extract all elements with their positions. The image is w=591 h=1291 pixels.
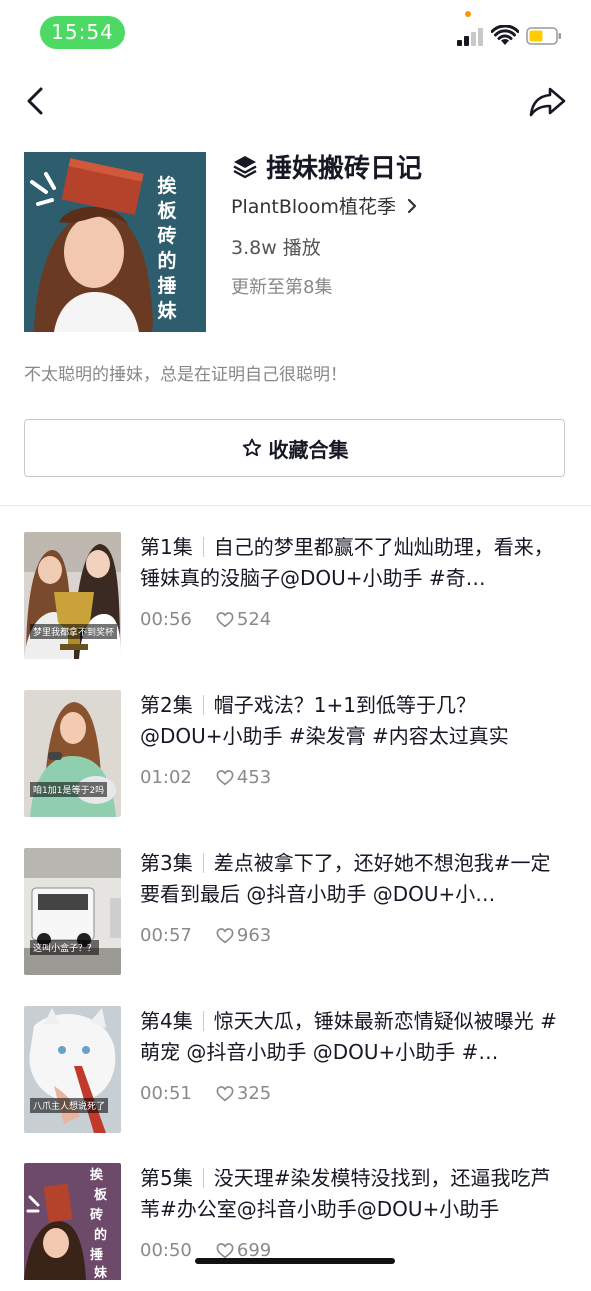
svg-text:捶: 捶 xyxy=(90,1247,103,1263)
share-icon[interactable] xyxy=(528,84,568,118)
episode-thumbnail: 梦里我都拿不到奖杯 xyxy=(24,532,121,659)
favorite-collection-button[interactable]: 收藏合集 xyxy=(24,419,565,477)
collection-description: 不太聪明的捶妹，总是在证明自己很聪明！ xyxy=(24,365,347,385)
episode-title: 帽子戏法？1+1到低等于几？@DOU+小助手 #染发膏 #内容太过真实 xyxy=(140,693,509,748)
heart-icon xyxy=(216,611,234,627)
author-link[interactable]: PlantBloom植花季 xyxy=(231,192,418,219)
episode-item-1[interactable]: 梦里我都拿不到奖杯 第1集 自己的梦里都赢不了灿灿助理，看来，锤妹真的没脑子@DO… xyxy=(0,532,591,660)
episode-duration: 01:02 xyxy=(140,767,192,788)
signal-icon xyxy=(457,28,487,46)
svg-text:挨: 挨 xyxy=(90,1167,104,1183)
back-icon[interactable] xyxy=(20,84,54,118)
episode-likes: 524 xyxy=(236,609,272,630)
svg-text:板: 板 xyxy=(94,1187,108,1203)
heart-icon xyxy=(216,927,234,943)
episode-number: 第3集 xyxy=(140,851,193,875)
collection-title: 捶妹搬砖日记 xyxy=(266,153,423,184)
author-name: PlantBloom植花季 xyxy=(231,196,396,218)
thumbnail-caption: 咱1加1是等于2吗 xyxy=(30,782,108,797)
thumbnail-caption: 八爪主人想说死了 xyxy=(30,1098,109,1113)
cover-text-char: 挨 xyxy=(157,175,177,197)
thumbnail-caption: 梦里我都拿不到奖杯 xyxy=(30,624,118,639)
status-bar: 15:54 xyxy=(0,0,591,62)
episode-item-3[interactable]: 这叫小盒子？？ 第3集 差点被拿下了，还好她不想泡我#一定要看到最后 @抖音小助手… xyxy=(0,848,591,976)
update-status: 更新至第8集 xyxy=(231,277,333,298)
star-icon xyxy=(242,438,261,457)
episode-title: 差点被拿下了，还好她不想泡我#一定要看到最后 @抖音小助手 @DOU+小… xyxy=(140,851,551,906)
episode-thumbnail: 咱1加1是等于2吗 xyxy=(24,690,121,817)
cover-text-char: 的 xyxy=(157,250,177,272)
episode-number: 第1集 xyxy=(140,535,193,559)
collection-title-row: 捶妹搬砖日记 xyxy=(232,148,422,184)
episode-number: 第5集 xyxy=(140,1166,193,1190)
battery-icon xyxy=(526,27,561,45)
episode-thumbnail: 挨 板 砖 的 捶 妹 xyxy=(24,1163,121,1290)
wifi-icon xyxy=(491,25,519,45)
cover-text-char: 板 xyxy=(157,200,177,222)
chevron-right-icon xyxy=(407,198,417,213)
svg-text:妹: 妹 xyxy=(93,1265,108,1280)
privacy-indicator xyxy=(465,11,471,17)
episode-thumbnail: 这叫小盒子？？ xyxy=(24,848,121,975)
favorite-label: 收藏合集 xyxy=(268,437,349,462)
episode-duration: 00:56 xyxy=(140,609,192,630)
heart-icon xyxy=(216,769,234,785)
cover-text-char: 妹 xyxy=(157,300,177,322)
episode-item-5[interactable]: 挨 板 砖 的 捶 妹 第5集 没天理#染发模特没找到，还逼我吃芦苇#办公室@抖音… xyxy=(0,1163,591,1291)
svg-text:的: 的 xyxy=(94,1227,107,1243)
cover-text-char: 砖 xyxy=(157,225,177,247)
layers-icon xyxy=(233,156,257,179)
play-count: 3.8w 播放 xyxy=(231,237,321,259)
episode-item-4[interactable]: 八爪主人想说死了 第4集 惊天大瓜，锤妹最新恋情疑似被曝光 #萌宠 @抖音小助手 … xyxy=(0,1006,591,1134)
heart-icon xyxy=(216,1085,234,1101)
episode-likes: 453 xyxy=(236,767,272,788)
episode-duration: 00:50 xyxy=(140,1240,192,1261)
episode-thumbnail: 八爪主人想说死了 xyxy=(24,1006,121,1133)
collection-cover[interactable]: 挨 板 砖 的 捶 妹 xyxy=(24,152,206,332)
divider xyxy=(0,505,591,506)
episode-likes: 325 xyxy=(236,1083,272,1104)
episode-number: 第4集 xyxy=(140,1009,193,1033)
thumbnail-caption: 这叫小盒子？？ xyxy=(30,940,100,955)
svg-text:砖: 砖 xyxy=(90,1207,103,1223)
episode-title: 没天理#染发模特没找到，还逼我吃芦苇#办公室@抖音小助手@DOU+小助手 xyxy=(140,1166,551,1221)
status-time: 15:54 xyxy=(40,16,125,49)
heart-icon xyxy=(216,1242,234,1258)
episode-item-2[interactable]: 咱1加1是等于2吗 第2集 帽子戏法？1+1到低等于几？@DOU+小助手 #染发膏… xyxy=(0,690,591,818)
home-indicator[interactable] xyxy=(195,1258,395,1264)
episode-duration: 00:57 xyxy=(140,925,192,946)
episode-duration: 00:51 xyxy=(140,1083,192,1104)
episode-likes: 963 xyxy=(236,925,272,946)
episode-number: 第2集 xyxy=(140,693,193,717)
cover-text-char: 捶 xyxy=(157,275,177,297)
